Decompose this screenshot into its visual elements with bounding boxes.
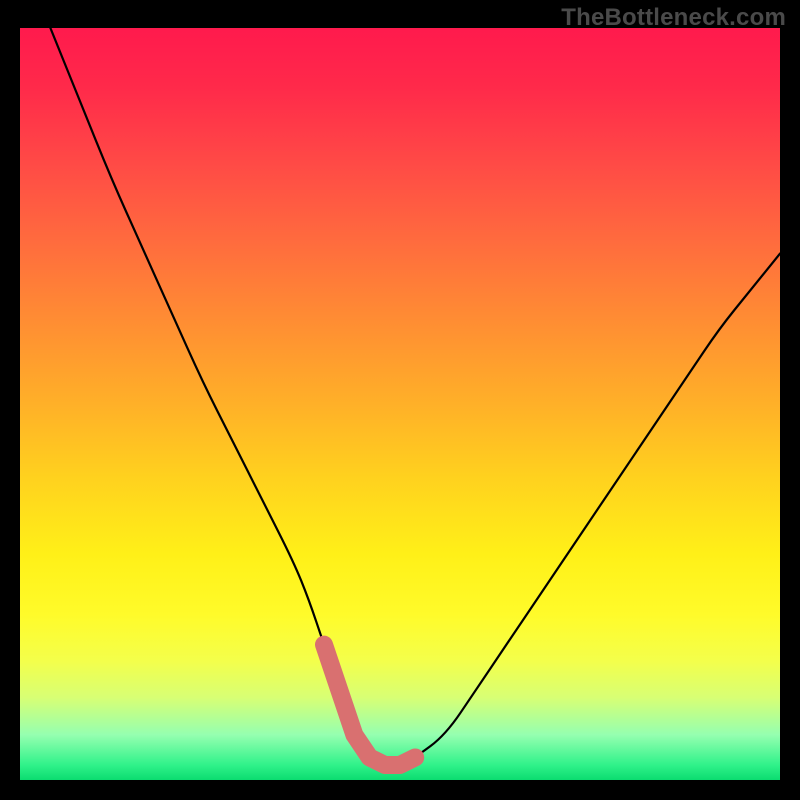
curve-right-branch bbox=[385, 254, 780, 765]
curve-left-branch bbox=[50, 28, 400, 765]
chart-frame: TheBottleneck.com bbox=[0, 0, 800, 800]
plot-area bbox=[20, 28, 780, 780]
watermark-text: TheBottleneck.com bbox=[561, 4, 786, 32]
bottleneck-highlight bbox=[324, 645, 415, 765]
curve-overlay bbox=[20, 28, 780, 780]
